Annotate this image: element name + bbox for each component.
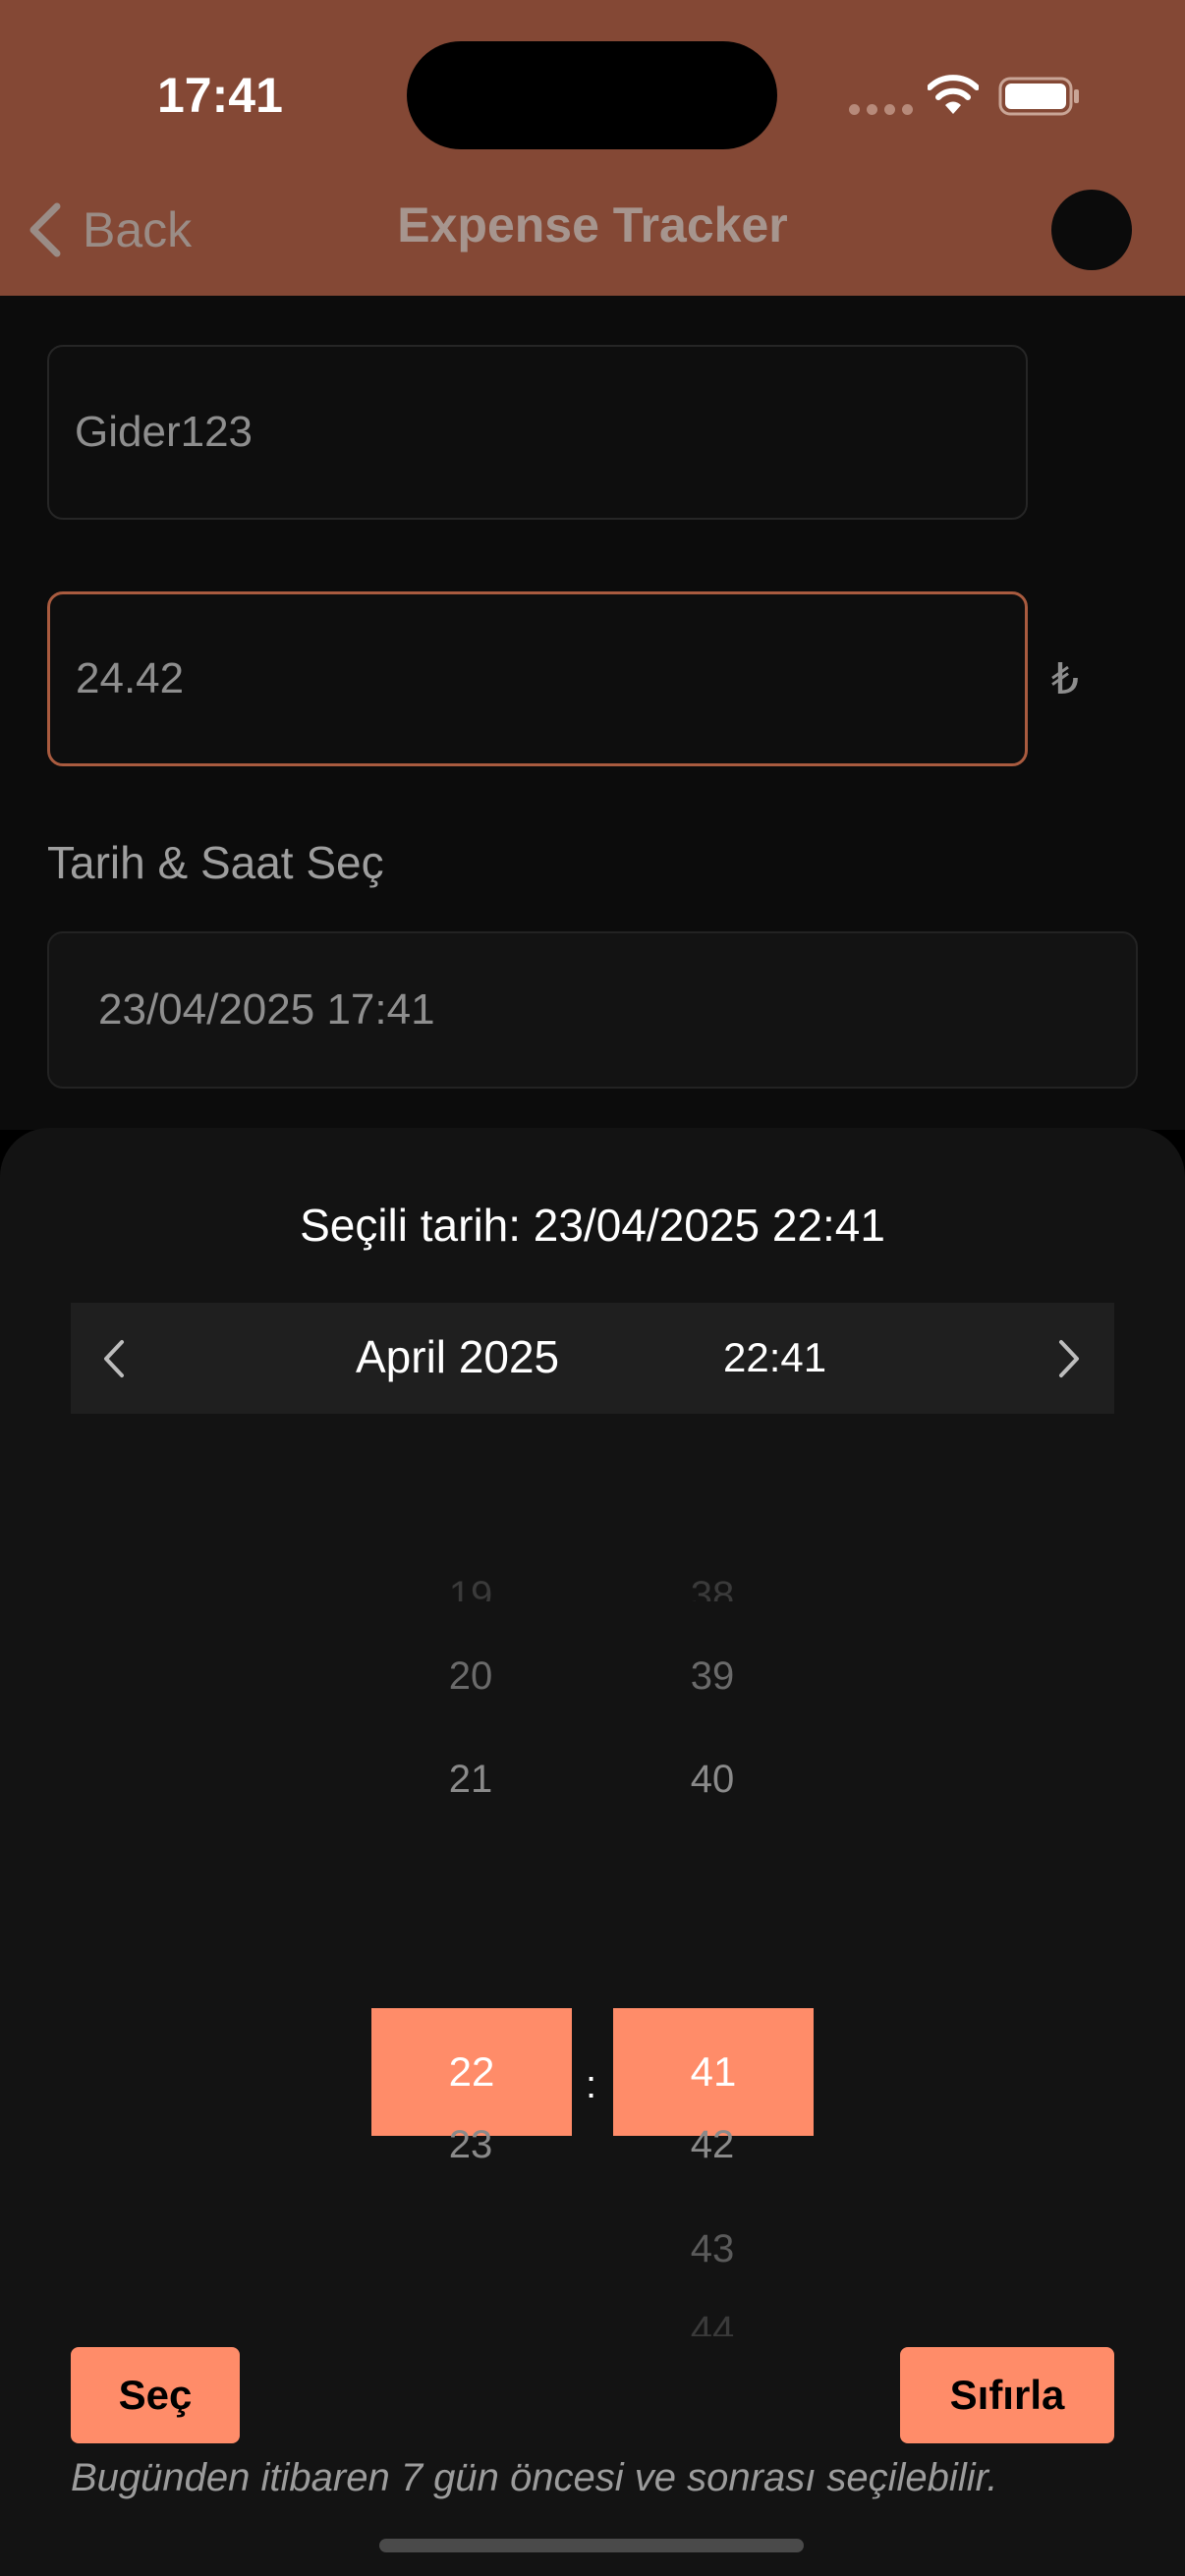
minute-option[interactable]: 43 xyxy=(613,2229,812,2268)
time-separator: : xyxy=(586,2063,597,2106)
hour-option[interactable]: 20 xyxy=(371,1656,570,1696)
chevron-right-icon[interactable] xyxy=(1057,1338,1081,1379)
battery-icon xyxy=(998,77,1079,116)
minute-option[interactable]: 40 xyxy=(613,1760,812,1799)
month-navigation-bar: April 2025 22:41 xyxy=(71,1303,1114,1414)
amount-field[interactable]: 24.42 xyxy=(47,591,1028,766)
currency-symbol: ₺ xyxy=(1051,655,1079,703)
minute-option[interactable]: 42 xyxy=(613,2125,812,2164)
expense-form: Gider123 24.42 ₺ Tarih & Saat Seç 23/04/… xyxy=(0,296,1185,1130)
hour-option[interactable]: 21 xyxy=(371,1760,570,1799)
avatar[interactable] xyxy=(1051,190,1132,270)
year-label: 2025 xyxy=(458,1331,560,1382)
date-picker-sheet: Seçili tarih: 23/04/2025 22:41 April 202… xyxy=(0,1128,1185,2576)
app-header: 17:41 Back Expense Tracker xyxy=(0,0,1185,296)
date-range-hint: Bugünden itibaren 7 gün öncesi ve sonras… xyxy=(71,2456,998,2499)
date-time-value: 23/04/2025 17:41 xyxy=(98,985,435,1034)
expense-name-value: Gider123 xyxy=(75,408,254,456)
month-year-display[interactable]: April 2025 xyxy=(356,1330,559,1383)
month-label: April xyxy=(356,1331,447,1382)
hour-option[interactable]: 19 xyxy=(371,1576,570,1601)
hour-option[interactable]: 23 xyxy=(371,2125,570,2164)
time-display[interactable]: 22:41 xyxy=(723,1334,826,1381)
selected-hour[interactable]: 22 xyxy=(371,2008,572,2136)
amount-value: 24.42 xyxy=(76,654,185,702)
minute-option[interactable]: 44 xyxy=(613,2311,812,2336)
selected-date-text: Seçili tarih: 23/04/2025 22:41 xyxy=(300,1200,885,1251)
reset-button[interactable]: Sıfırla xyxy=(900,2347,1114,2443)
date-time-field[interactable]: 23/04/2025 17:41 xyxy=(47,931,1138,1089)
home-indicator xyxy=(379,2539,804,2552)
selected-minute[interactable]: 41 xyxy=(613,2008,814,2136)
minute-option[interactable]: 39 xyxy=(613,1656,812,1696)
date-time-label: Tarih & Saat Seç xyxy=(47,837,384,888)
expense-name-field[interactable]: Gider123 xyxy=(47,345,1028,520)
select-button[interactable]: Seç xyxy=(71,2347,240,2443)
cellular-signal-icon xyxy=(849,104,913,115)
chevron-left-icon[interactable] xyxy=(102,1338,126,1379)
minute-option[interactable]: 38 xyxy=(613,1576,812,1601)
time-wheel-picker[interactable]: 19 20 21 22 23 : 38 39 40 41 42 43 44 xyxy=(0,1491,1185,2336)
status-time: 17:41 xyxy=(157,68,283,123)
wifi-icon xyxy=(928,75,979,114)
dynamic-island xyxy=(407,41,777,149)
page-title: Expense Tracker xyxy=(397,197,788,252)
